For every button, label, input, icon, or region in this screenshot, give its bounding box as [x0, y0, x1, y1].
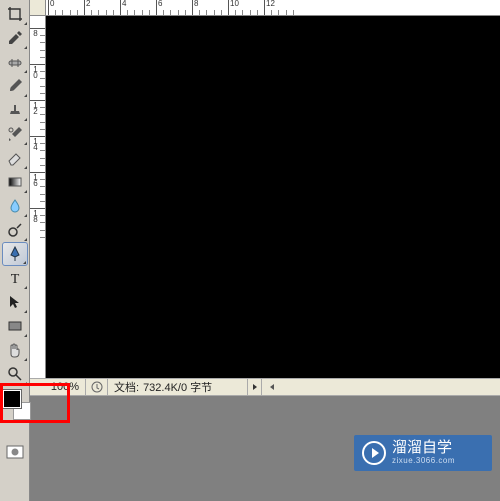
history-brush-tool[interactable]	[2, 122, 28, 146]
gradient-tool[interactable]	[2, 170, 28, 194]
workspace: 81012141618	[30, 16, 500, 378]
brush-tool[interactable]	[2, 74, 28, 98]
scroll-left-icon[interactable]	[264, 380, 280, 394]
tools-toolbar: T	[0, 0, 30, 501]
play-icon	[362, 441, 386, 465]
crop-tool[interactable]	[2, 2, 28, 26]
watermark-text: 溜溜自学	[392, 440, 455, 457]
ruler-corner[interactable]	[30, 0, 46, 16]
quick-mask-toggle[interactable]	[2, 440, 28, 464]
clone-stamp-tool[interactable]	[2, 98, 28, 122]
hand-tool[interactable]	[2, 338, 28, 362]
scroll-track[interactable]	[280, 380, 500, 394]
zoom-tool[interactable]	[2, 362, 28, 386]
foreground-color[interactable]	[3, 390, 21, 408]
status-info-icon[interactable]	[86, 379, 108, 395]
document-info[interactable]: 文档: 732.4K/0 字节	[108, 379, 248, 395]
status-menu-arrow[interactable]	[248, 379, 262, 395]
vertical-ruler[interactable]: 81012141618	[30, 16, 46, 378]
zoom-level[interactable]: 100%	[30, 379, 86, 395]
main-area: 81012141618 100% 文档: 732.4K/0 字节	[30, 0, 500, 501]
type-tool[interactable]: T	[2, 266, 28, 290]
blur-tool[interactable]	[2, 194, 28, 218]
horizontal-scrollbar[interactable]	[264, 380, 500, 394]
dodge-tool[interactable]	[2, 218, 28, 242]
app-root: T 81012141618 100% 文档:	[0, 0, 500, 501]
pen-tool[interactable]	[2, 242, 28, 266]
status-bar: 100% 文档: 732.4K/0 字节	[30, 378, 500, 396]
rectangle-shape-tool[interactable]	[2, 314, 28, 338]
doc-value: 732.4K/0 字节	[143, 379, 212, 395]
horizontal-ruler[interactable]: 024681012	[46, 0, 500, 16]
color-swatches	[0, 390, 30, 438]
canvas-area	[46, 16, 500, 378]
svg-text:T: T	[10, 272, 19, 287]
eraser-tool[interactable]	[2, 146, 28, 170]
doc-label: 文档:	[114, 379, 139, 395]
document-canvas[interactable]	[46, 16, 500, 378]
healing-brush-tool[interactable]	[2, 50, 28, 74]
watermark: 溜溜自学 zixue.3066.com	[354, 435, 492, 471]
eyedropper-tool[interactable]	[2, 26, 28, 50]
watermark-sub: zixue.3066.com	[392, 457, 455, 466]
path-selection-tool[interactable]	[2, 290, 28, 314]
